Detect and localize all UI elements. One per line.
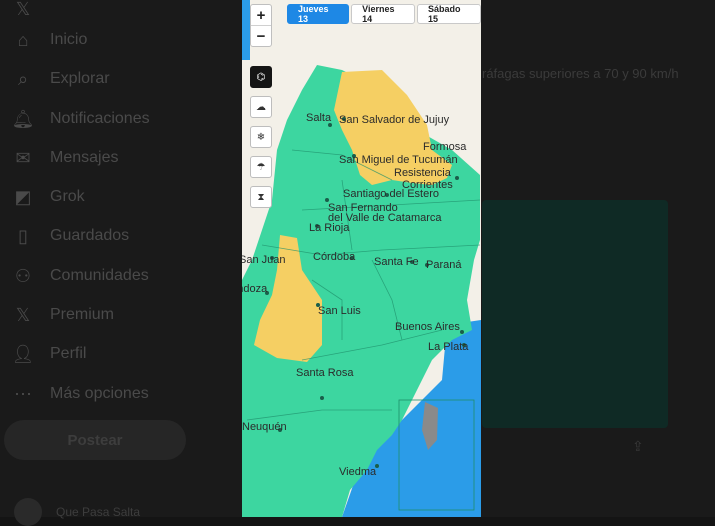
post-media[interactable] xyxy=(482,200,668,428)
grok-icon: ◩ xyxy=(14,186,32,207)
x-logo-icon: 𝕏 xyxy=(15,304,31,325)
wind-icon: ⌬ xyxy=(256,71,266,83)
sidebar-item-label: Notificaciones xyxy=(50,110,150,127)
sidebar-item-label: Grok xyxy=(50,188,85,205)
search-icon: ⌕ xyxy=(17,68,29,89)
sidebar-item-inicio[interactable]: ⌂ Inicio xyxy=(12,25,88,55)
communities-icon: ⚇ xyxy=(14,265,32,286)
snowflake-icon: ❄ xyxy=(256,131,266,143)
sidebar-item-label: Explorar xyxy=(50,70,110,87)
hourglass-layer-button[interactable]: ⧗ xyxy=(250,186,272,208)
rain-layer-button[interactable]: ☁ xyxy=(250,96,272,118)
more-icon: ⋯ xyxy=(14,383,32,404)
city-label: La Rioja xyxy=(309,222,350,234)
city-label: San Salvador de Jujuy xyxy=(339,114,450,126)
bell-icon: 🔔︎ xyxy=(11,108,35,129)
sidebar: 𝕏 ⌂ Inicio ⌕ Explorar 🔔︎ Notificaciones … xyxy=(0,0,200,526)
zoom-in-button[interactable]: + xyxy=(251,5,271,25)
sidebar-item-label: Perfil xyxy=(50,345,87,362)
weather-alert-map[interactable]: Salta San Salvador de Jujuy Formosa San … xyxy=(242,0,481,517)
sidebar-item-mas-opciones[interactable]: ⋯ Más opciones xyxy=(12,379,149,409)
tab-sabado[interactable]: Sábado 15 xyxy=(417,4,481,24)
sidebar-item-premium[interactable]: 𝕏 Premium xyxy=(12,300,114,330)
sidebar-item-mensajes[interactable]: ✉ Mensajes xyxy=(12,143,118,173)
tab-viernes[interactable]: Viernes 14 xyxy=(351,4,415,24)
sidebar-item-label: Más opciones xyxy=(50,385,149,402)
zoom-out-button[interactable]: − xyxy=(251,25,271,46)
city-label: Mendoza xyxy=(242,283,268,295)
sidebar-item-perfil[interactable]: 👤︎ Perfil xyxy=(11,339,87,369)
city-label: San Miguel de Tucumán xyxy=(339,154,458,166)
sidebar-item-notificaciones[interactable]: 🔔︎ Notificaciones xyxy=(12,104,150,134)
tab-jueves[interactable]: Jueves 13 xyxy=(287,4,350,24)
city-label: La Plata xyxy=(428,341,469,353)
sidebar-item-label: Premium xyxy=(50,306,115,323)
city-label: Santiago del Estero xyxy=(343,188,440,200)
sidebar-item-label: Guardados xyxy=(50,227,130,244)
city-label: Córdoba xyxy=(313,251,356,263)
sidebar-item-comunidades[interactable]: ⚇ Comunidades xyxy=(12,261,149,291)
home-icon: ⌂ xyxy=(17,29,29,50)
mail-icon: ✉ xyxy=(15,147,31,168)
post-snippet: ráfagas superiores a 70 y 90 km/h xyxy=(482,66,679,81)
storm-layer-button[interactable]: ☂ xyxy=(250,156,272,178)
city-label: Formosa xyxy=(423,141,467,153)
sidebar-item-label: Comunidades xyxy=(50,267,149,284)
city-label: Santa Rosa xyxy=(296,367,354,379)
city-label: Buenos Aires xyxy=(395,321,460,333)
sidebar-item-top[interactable]: 𝕏 xyxy=(12,0,34,24)
account-switcher[interactable]: Que Pasa Salta xyxy=(14,498,140,526)
wind-layer-button[interactable]: ⌬ xyxy=(250,66,272,88)
hourglass-icon: ⧗ xyxy=(257,191,265,203)
avatar xyxy=(14,498,42,526)
city-label: San Juan xyxy=(242,254,286,266)
city-label: Paraná xyxy=(426,259,462,271)
post-button[interactable]: Postear xyxy=(4,420,186,460)
post-actions: ⇪ xyxy=(632,438,644,455)
sidebar-item-guardados[interactable]: ▯ Guardados xyxy=(12,221,129,251)
sidebar-item-label: Mensajes xyxy=(50,149,119,166)
x-logo-icon: 𝕏 xyxy=(15,0,31,19)
bookmark-icon: ▯ xyxy=(18,225,28,246)
person-icon: 👤︎ xyxy=(11,343,35,364)
day-tabs: Jueves 13 Viernes 14 Sábado 15 xyxy=(287,4,481,24)
cloud-icon: ☁ xyxy=(256,101,266,113)
city-label: Salta xyxy=(306,112,332,124)
sidebar-item-explorar[interactable]: ⌕ Explorar xyxy=(12,64,110,94)
city-label: Viedma xyxy=(339,466,377,478)
zoom-controls: + − xyxy=(250,4,272,47)
sidebar-item-grok[interactable]: ◩ Grok xyxy=(12,182,85,212)
city-label: Santa Fe xyxy=(374,256,419,268)
share-icon[interactable]: ⇪ xyxy=(632,438,644,455)
storm-icon: ☂ xyxy=(256,161,266,173)
sidebar-item-label: Inicio xyxy=(50,31,88,48)
ocean-west xyxy=(242,0,250,60)
city-label: Resistencia xyxy=(394,167,451,179)
city-label: San Luis xyxy=(318,305,361,317)
snow-layer-button[interactable]: ❄ xyxy=(250,126,272,148)
city-label: Neuquén xyxy=(242,421,287,433)
